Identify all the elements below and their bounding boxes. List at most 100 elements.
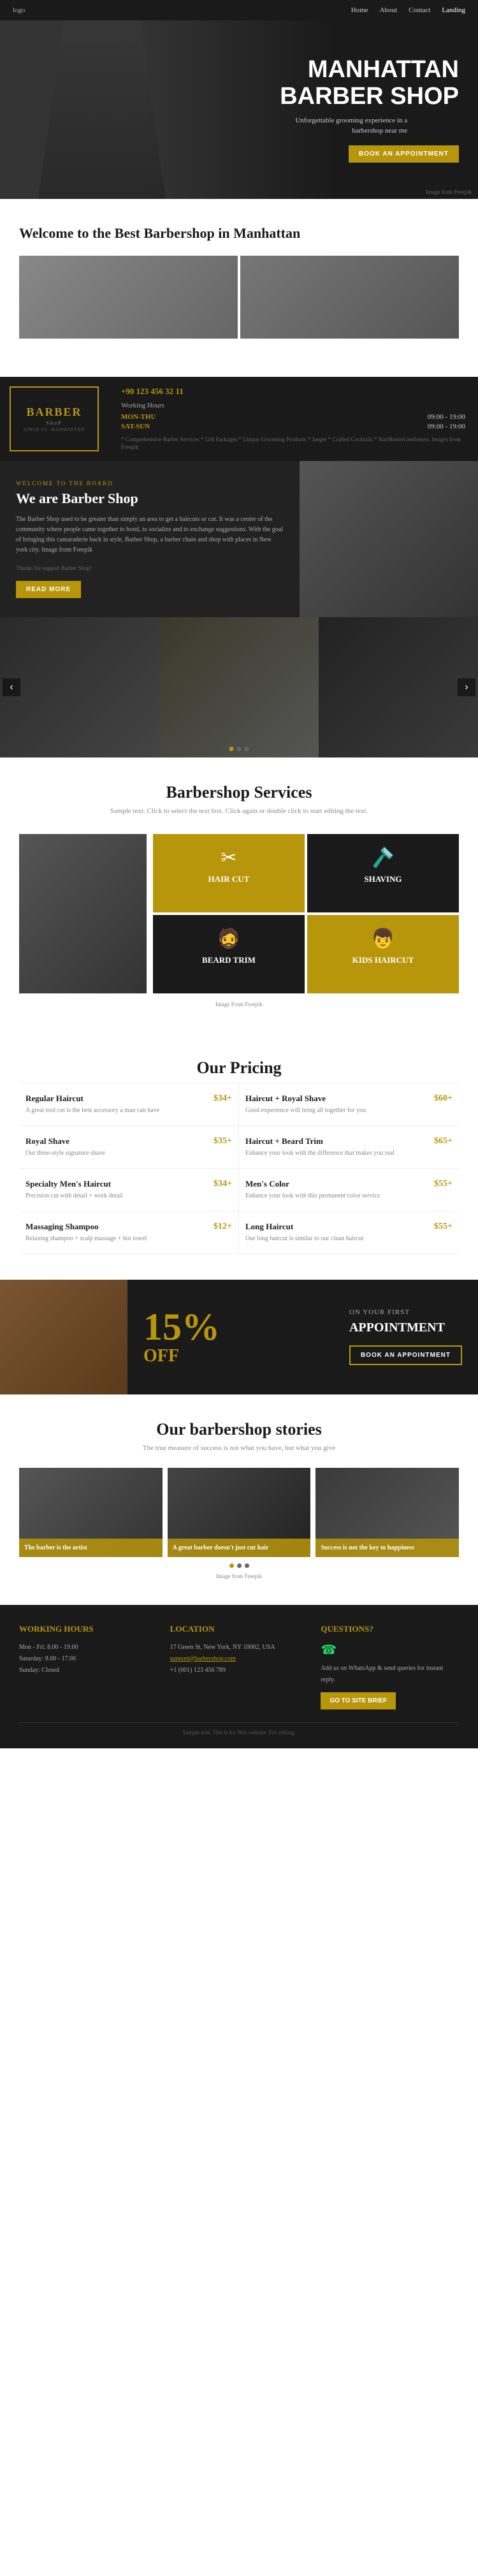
services-subtitle: Sample text. Click to select the text bo… <box>19 807 459 815</box>
we-are-content: WELCOME TO THE BOARD We are Barber Shop … <box>0 461 300 617</box>
carousel-item-2 <box>159 617 319 757</box>
pricing-item-5: Men's Color $55+ Enhance your look with … <box>239 1169 459 1211</box>
pricing-price-2: $35+ <box>214 1136 232 1146</box>
pricing-desc-0: A great tool cut is the best accessory a… <box>25 1106 232 1115</box>
haircut-icon: ✂ <box>163 847 295 869</box>
hours-row-1: MON-THU 09:00 - 19:00 <box>121 413 465 421</box>
stories-dot-2[interactable] <box>237 1563 242 1568</box>
carousel-dot-1[interactable] <box>229 747 234 751</box>
nav-contact[interactable]: Contact <box>409 6 430 14</box>
barber-logo-sub: SINCE ST. MANHATTAN <box>24 427 85 432</box>
pricing-price-6: $12+ <box>214 1222 232 1232</box>
barber-logo-text1: BARBER <box>24 406 85 419</box>
pricing-section: Our Pricing Regular Haircut $34+ A great… <box>0 1033 478 1280</box>
hours-row-2: SAT-SUN 09:00 - 19:00 <box>121 423 465 430</box>
story-caption-text-2: A great barber doesn't just cut hair <box>173 1544 306 1552</box>
service-card-kids: 👦 Kids Haircut <box>307 915 459 993</box>
barber-note: * Comprehensive Barber Services * Gift P… <box>121 435 465 451</box>
story-caption-2: A great barber doesn't just cut hair <box>168 1539 311 1557</box>
stories-section: Our barbershop stories The true measure … <box>0 1394 478 1605</box>
nav-links: Home About Contact Landing <box>351 6 465 14</box>
kids-icon: 👦 <box>317 928 449 950</box>
pricing-desc-7: Our long haircut is similar to our clean… <box>245 1234 453 1243</box>
we-are-section: WELCOME TO THE BOARD We are Barber Shop … <box>0 461 478 617</box>
hero-image-credit: Image from Freepik <box>426 189 472 195</box>
footer-hours-title: Working Hours <box>19 1624 157 1634</box>
carousel-dot-2[interactable] <box>237 747 242 751</box>
footer-questions-col: Questions? ☎ Add us on WhatsApp & send q… <box>321 1624 459 1709</box>
footer-email: support@barbershop.com <box>170 1653 308 1665</box>
pricing-item-3: Haircut + Beard Trim $65+ Enhance your l… <box>239 1126 459 1169</box>
footer-bottom: Sample text. This is for Wix website. Fo… <box>19 1722 459 1736</box>
discount-off: OFF <box>143 1346 327 1366</box>
pricing-price-0: $34+ <box>214 1094 232 1104</box>
footer-hours-row-1: Mon - Fri: 8.00 - 19.00 <box>19 1642 157 1653</box>
pricing-grid: Regular Haircut $34+ A great tool cut is… <box>19 1083 459 1254</box>
barber-hours: +90 123 456 32 11 Working Hours MON-THU … <box>108 377 478 461</box>
pricing-name-0: Regular Haircut $34+ <box>25 1094 232 1104</box>
hero-content: MANHATTAN BARBER SHOP Unforgettable groo… <box>280 57 459 163</box>
stories-nav <box>19 1563 459 1568</box>
footer-hours-col: Working Hours Mon - Fri: 8.00 - 19.00 Sa… <box>19 1624 157 1709</box>
barber-shop-text: ShoP <box>24 420 85 426</box>
footer-cta-button[interactable]: GO TO SITE BRIEF <box>321 1692 396 1709</box>
footer-grid: Working Hours Mon - Fri: 8.00 - 19.00 Sa… <box>19 1624 459 1709</box>
footer-location-col: Location 17 Green St, New York, NY 10002… <box>170 1624 308 1709</box>
pricing-price-4: $34+ <box>214 1179 232 1189</box>
story-card-3: Success is not the key to happiness <box>315 1468 459 1557</box>
kids-name: Kids Haircut <box>317 955 449 965</box>
carousel-dots <box>229 747 249 751</box>
footer-hours-row-2: Saturday: 8.00 - 17.00 <box>19 1653 157 1665</box>
discount-right: ON YOUR FIRST APPOINTMENT BOOK AN APPOIN… <box>343 1289 478 1384</box>
pricing-name-6: Massaging Shampoo $12+ <box>25 1222 232 1232</box>
hero-section: MANHATTAN BARBER SHOP Unforgettable groo… <box>0 20 478 199</box>
pricing-name-1: Haircut + Royal Shave $60+ <box>245 1094 453 1104</box>
footer: Working Hours Mon - Fri: 8.00 - 19.00 Sa… <box>0 1605 478 1748</box>
welcome-section: Welcome to the Best Barbershop in Manhat… <box>0 199 478 377</box>
beard-icon: 🧔 <box>163 928 295 950</box>
footer-email-link[interactable]: support@barbershop.com <box>170 1655 236 1662</box>
story-caption-text-1: The barber is the artist <box>24 1544 157 1552</box>
pricing-item-6: Massaging Shampoo $12+ Relaxing shampoo … <box>19 1211 239 1254</box>
services-section: Barbershop Services Sample text. Click t… <box>0 757 478 1033</box>
pricing-item-2: Royal Shave $35+ Our three-style signatu… <box>19 1126 239 1169</box>
hours-time-2: 09:00 - 19:00 <box>428 423 465 430</box>
pricing-name-5: Men's Color $55+ <box>245 1179 453 1189</box>
pricing-price-3: $65+ <box>434 1136 453 1146</box>
read-more-button[interactable]: READ MORE <box>16 581 81 598</box>
footer-hours-text: Mon - Fri: 8.00 - 19.00 Saturday: 8.00 -… <box>19 1642 157 1676</box>
hero-subtitle: Unforgettable grooming experience in a b… <box>280 115 407 136</box>
carousel-dot-3[interactable] <box>245 747 249 751</box>
footer-address: 17 Green St, New York, NY 10002, USA <box>170 1642 308 1653</box>
welcome-images <box>19 256 459 339</box>
pricing-desc-3: Enhance your look with the difference th… <box>245 1149 453 1158</box>
carousel-prev-button[interactable]: ‹ <box>3 678 20 696</box>
carousel-next-button[interactable]: › <box>458 678 475 696</box>
nav-home[interactable]: Home <box>351 6 368 14</box>
service-card-haircut: ✂ Hair Cut <box>153 834 305 912</box>
pricing-item-1: Haircut + Royal Shave $60+ Good experien… <box>239 1083 459 1126</box>
services-grid: ✂ Hair Cut 🪒 Shaving 🧔 Beard Trim 👦 Kids… <box>153 834 459 993</box>
welcome-image-1 <box>19 256 238 339</box>
carousel-item-3 <box>319 617 478 757</box>
whatsapp-icon: ☎ <box>321 1642 459 1658</box>
shaving-icon: 🪒 <box>317 847 449 869</box>
discount-cta-button[interactable]: BOOK AN APPOINTMENT <box>349 1345 462 1365</box>
discount-title: APPOINTMENT <box>349 1320 462 1335</box>
services-title: Barbershop Services <box>19 783 459 802</box>
barber-logo-box: BARBER ShoP SINCE ST. MANHATTAN <box>10 386 99 451</box>
hero-cta-button[interactable]: BOOK AN APPOINTMENT <box>349 145 459 163</box>
pricing-name-2: Royal Shave $35+ <box>25 1136 232 1146</box>
nav-landing[interactable]: Landing <box>442 6 465 14</box>
pricing-item-7: Long Haircut $55+ Our long haircut is si… <box>239 1211 459 1254</box>
footer-questions-title: Questions? <box>321 1624 459 1634</box>
service-card-shaving: 🪒 Shaving <box>307 834 459 912</box>
services-credit: Image From Freepik <box>19 1001 459 1007</box>
pricing-item-4: Specialty Men's Haircut $34+ Precision c… <box>19 1169 239 1211</box>
discount-section: 15% OFF ON YOUR FIRST APPOINTMENT BOOK A… <box>0 1280 478 1394</box>
nav-about[interactable]: About <box>380 6 398 14</box>
hours-days-2: SAT-SUN <box>121 423 150 430</box>
pricing-price-5: $55+ <box>434 1179 453 1189</box>
stories-dot-1[interactable] <box>229 1563 234 1568</box>
stories-dot-3[interactable] <box>245 1563 249 1568</box>
